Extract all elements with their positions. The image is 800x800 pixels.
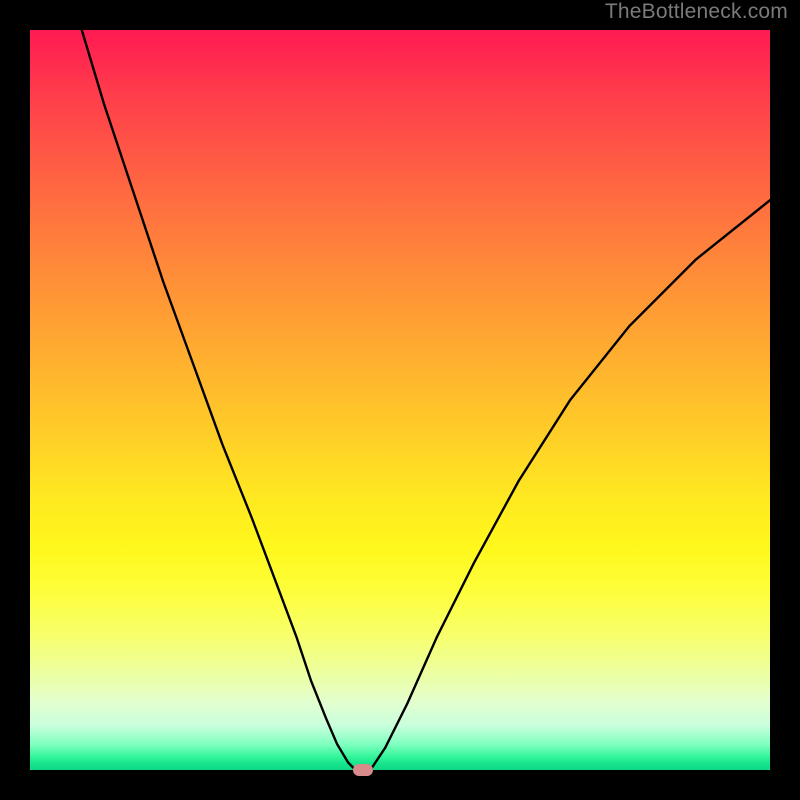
bottleneck-curve <box>30 30 770 770</box>
chart-frame: TheBottleneck.com <box>0 0 800 800</box>
curve-path <box>82 30 770 770</box>
plot-area <box>30 30 770 770</box>
optimum-marker <box>353 764 373 776</box>
watermark: TheBottleneck.com <box>605 0 788 24</box>
